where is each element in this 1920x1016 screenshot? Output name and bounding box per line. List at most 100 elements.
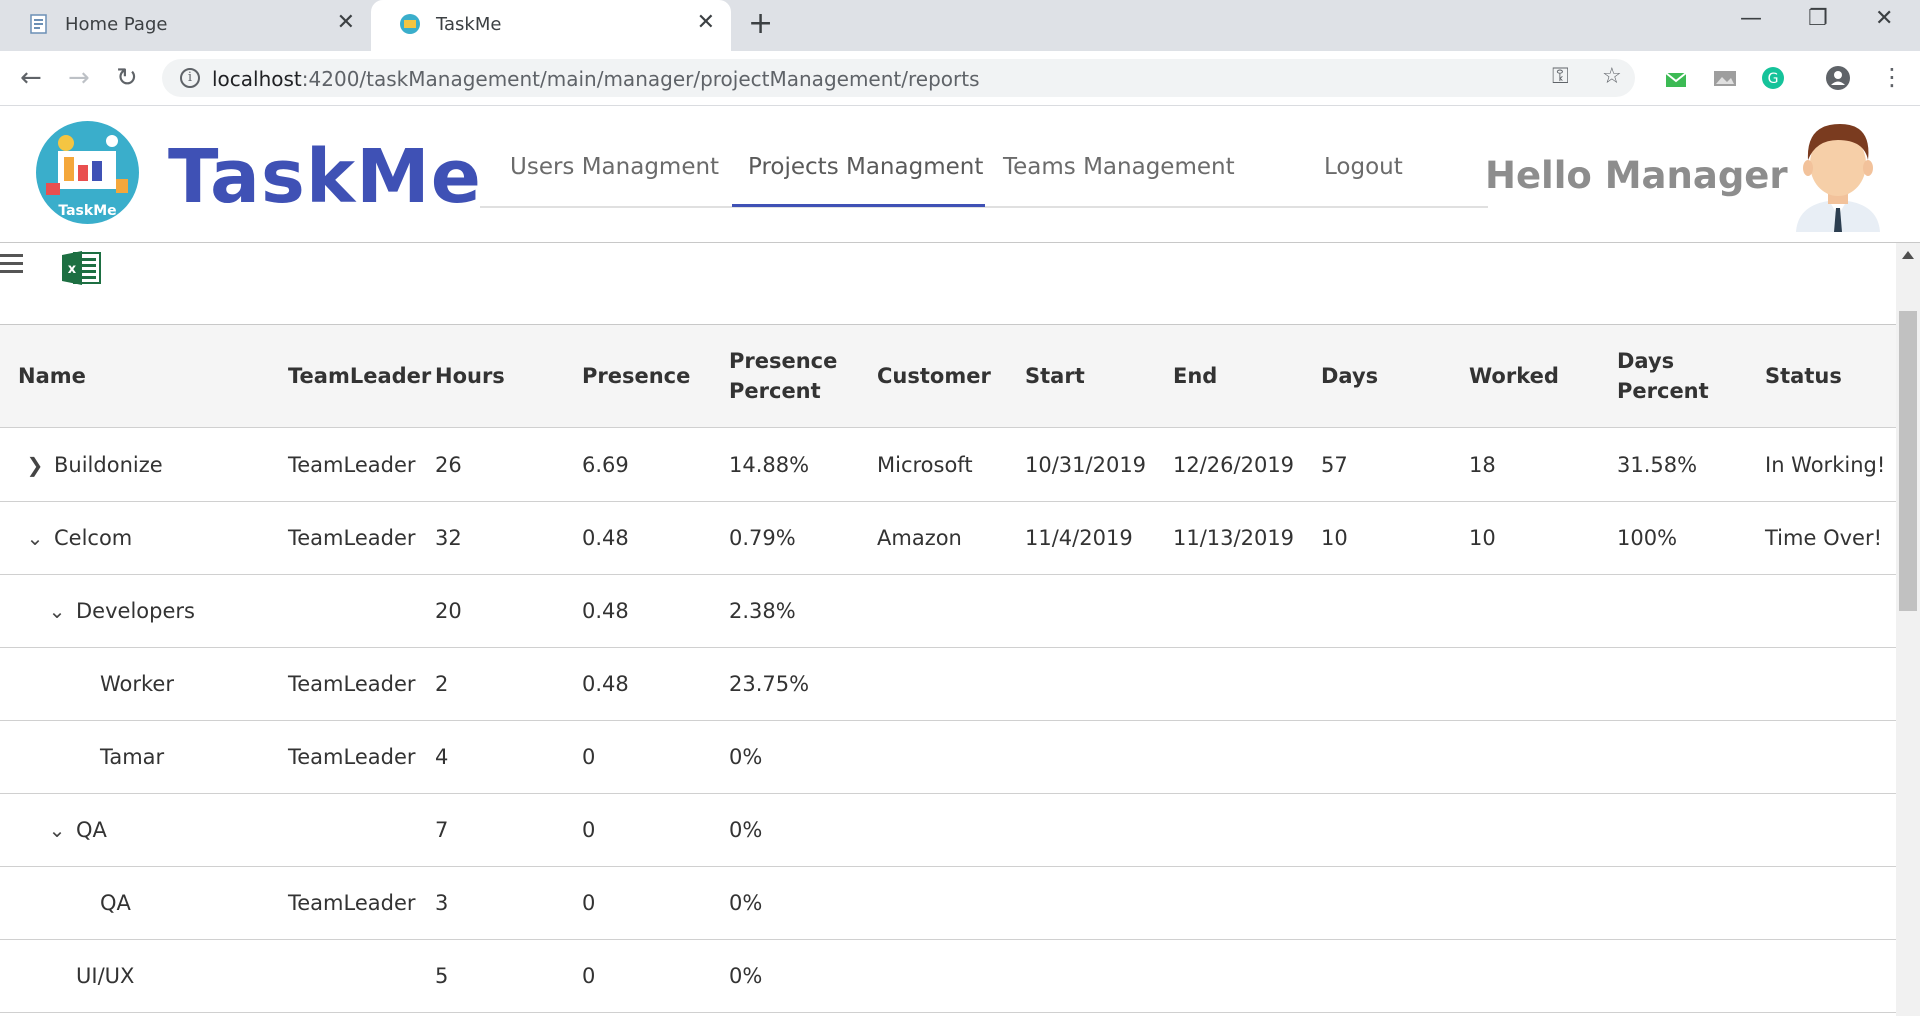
- profile-icon[interactable]: [1825, 65, 1851, 91]
- column-header-name[interactable]: Name: [18, 325, 86, 427]
- extension-inbox-icon[interactable]: [1663, 65, 1689, 91]
- column-header-end[interactable]: End: [1173, 325, 1217, 427]
- nav-logout[interactable]: Logout: [1324, 154, 1403, 180]
- presence-cell: 0.48: [582, 598, 629, 623]
- presence-percent-cell: 0%: [729, 890, 763, 915]
- table-row[interactable]: ⌄ Celcom TeamLeader 32 0.48 0.79% Amazon…: [0, 501, 1896, 575]
- bookmark-star-icon[interactable]: ☆: [1602, 64, 1622, 89]
- tab-taskme[interactable]: TaskMe ✕: [371, 0, 731, 51]
- table-row[interactable]: Worker TeamLeader 2 0.48 23.75%: [0, 647, 1896, 721]
- presence-percent-cell: 0%: [729, 963, 763, 988]
- address-bar-row: ← → ↻ i localhost:4200/taskManagement/ma…: [0, 51, 1920, 106]
- page-icon: [30, 14, 47, 34]
- presence-cell: 6.69: [582, 452, 629, 477]
- logo-text: TaskMe: [58, 203, 117, 219]
- column-header-days[interactable]: Days: [1321, 325, 1378, 427]
- column-header-start[interactable]: Start: [1025, 325, 1085, 427]
- name-cell[interactable]: UI/UX: [76, 939, 134, 1012]
- active-tab-indicator: [732, 204, 985, 207]
- name-cell[interactable]: ⌄ QA: [46, 793, 107, 866]
- restore-icon[interactable]: ❐: [1808, 6, 1828, 31]
- hours-cell: 32: [435, 525, 462, 550]
- column-header-presence[interactable]: Presence: [582, 325, 690, 427]
- name-cell[interactable]: ❯ Buildonize: [24, 428, 163, 501]
- column-header-hours[interactable]: Hours: [435, 325, 505, 427]
- minimize-icon[interactable]: —: [1740, 6, 1762, 31]
- nav-users-management[interactable]: Users Managment: [510, 154, 719, 180]
- hamburger-menu-icon[interactable]: [0, 254, 23, 274]
- excel-icon[interactable]: x: [60, 249, 102, 287]
- customer-cell: Microsoft: [877, 452, 973, 477]
- hours-cell: 5: [435, 963, 449, 988]
- name-cell[interactable]: ⌄ Celcom: [24, 501, 133, 574]
- days-cell: 57: [1321, 452, 1348, 477]
- row-name: Developers: [76, 598, 195, 623]
- nav-teams-management[interactable]: Teams Management: [1003, 154, 1235, 180]
- brand-title: TaskMe: [168, 134, 482, 220]
- manager-avatar: [1796, 124, 1880, 232]
- status-cell: Time Over!: [1765, 525, 1882, 550]
- column-header-teamleader[interactable]: TeamLeader: [288, 325, 431, 427]
- forward-arrow-icon[interactable]: →: [68, 63, 90, 93]
- presence-percent-cell: 0.79%: [729, 525, 796, 550]
- name-cell[interactable]: Worker: [100, 647, 174, 720]
- name-cell[interactable]: ⌄ Developers: [46, 574, 195, 647]
- end-cell: 12/26/2019: [1173, 452, 1295, 477]
- extension-image-icon[interactable]: [1712, 65, 1738, 91]
- table-row[interactable]: Tamar TeamLeader 4 0 0%: [0, 720, 1896, 794]
- site-info-icon[interactable]: i: [180, 68, 200, 88]
- start-cell: 10/31/2019: [1025, 452, 1147, 477]
- close-tab-icon[interactable]: ✕: [337, 10, 355, 35]
- presence-cell: 0: [582, 963, 596, 988]
- teamleader-cell: TeamLeader: [288, 452, 416, 477]
- end-cell: 11/13/2019: [1173, 525, 1295, 550]
- column-header-presence-percent[interactable]: Presence Percent: [729, 325, 839, 427]
- kebab-menu-icon[interactable]: ⋮: [1880, 63, 1904, 91]
- table-row[interactable]: QA TeamLeader 3 0 0%: [0, 866, 1896, 940]
- reload-icon[interactable]: ↻: [116, 63, 138, 93]
- presence-percent-cell: 0%: [729, 744, 763, 769]
- chevron-down-icon[interactable]: ⌄: [46, 818, 68, 842]
- name-cell[interactable]: Tamar: [100, 720, 164, 793]
- column-header-status[interactable]: Status: [1765, 325, 1842, 427]
- status-cell: In Working!: [1765, 452, 1886, 477]
- presence-cell: 0: [582, 744, 596, 769]
- days-percent-cell: 31.58%: [1617, 452, 1698, 477]
- presence-percent-cell: 14.88%: [729, 452, 810, 477]
- row-name: QA: [76, 817, 107, 842]
- extension-grammar-icon[interactable]: G: [1760, 65, 1786, 91]
- url-text[interactable]: localhost:4200/taskManagement/main/manag…: [212, 67, 980, 91]
- new-tab-icon[interactable]: +: [748, 6, 773, 41]
- table-row[interactable]: UI/UX 5 0 0%: [0, 939, 1896, 1013]
- close-tab-icon[interactable]: ✕: [697, 10, 715, 35]
- name-cell[interactable]: QA: [100, 866, 131, 939]
- close-window-icon[interactable]: ✕: [1875, 6, 1893, 31]
- nav-projects-management[interactable]: Projects Managment: [748, 154, 983, 180]
- chevron-down-icon[interactable]: ⌄: [24, 526, 46, 550]
- table-row[interactable]: ❯ Buildonize TeamLeader 26 6.69 14.88% M…: [0, 428, 1896, 502]
- column-header-days-percent[interactable]: Days Percent: [1617, 325, 1717, 427]
- scrollbar-thumb[interactable]: [1899, 311, 1917, 611]
- back-arrow-icon[interactable]: ←: [20, 63, 42, 93]
- presence-percent-cell: 23.75%: [729, 671, 810, 696]
- hours-cell: 7: [435, 817, 449, 842]
- row-name: Celcom: [54, 525, 133, 550]
- hours-cell: 2: [435, 671, 449, 696]
- presence-percent-cell: 2.38%: [729, 598, 796, 623]
- table-row[interactable]: ⌄ Developers 20 0.48 2.38%: [0, 574, 1896, 648]
- column-header-customer[interactable]: Customer: [877, 325, 991, 427]
- worked-cell: 10: [1469, 525, 1496, 550]
- chevron-down-icon[interactable]: ⌄: [46, 599, 68, 623]
- worked-cell: 18: [1469, 452, 1496, 477]
- scroll-up-arrow-icon[interactable]: [1902, 251, 1914, 259]
- table-row[interactable]: ⌄ QA 7 0 0%: [0, 793, 1896, 867]
- teamleader-cell: TeamLeader: [288, 744, 416, 769]
- presence-cell: 0.48: [582, 671, 629, 696]
- column-header-worked[interactable]: Worked: [1469, 325, 1559, 427]
- address-bar[interactable]: i localhost:4200/taskManagement/main/man…: [162, 59, 1635, 97]
- vertical-scrollbar[interactable]: [1896, 243, 1920, 1016]
- key-icon[interactable]: ⚿: [1552, 64, 1569, 89]
- taskme-logo[interactable]: TaskMe: [36, 121, 139, 224]
- tab-home-page[interactable]: Home Page ✕: [0, 0, 371, 51]
- chevron-right-icon[interactable]: ❯: [24, 453, 46, 477]
